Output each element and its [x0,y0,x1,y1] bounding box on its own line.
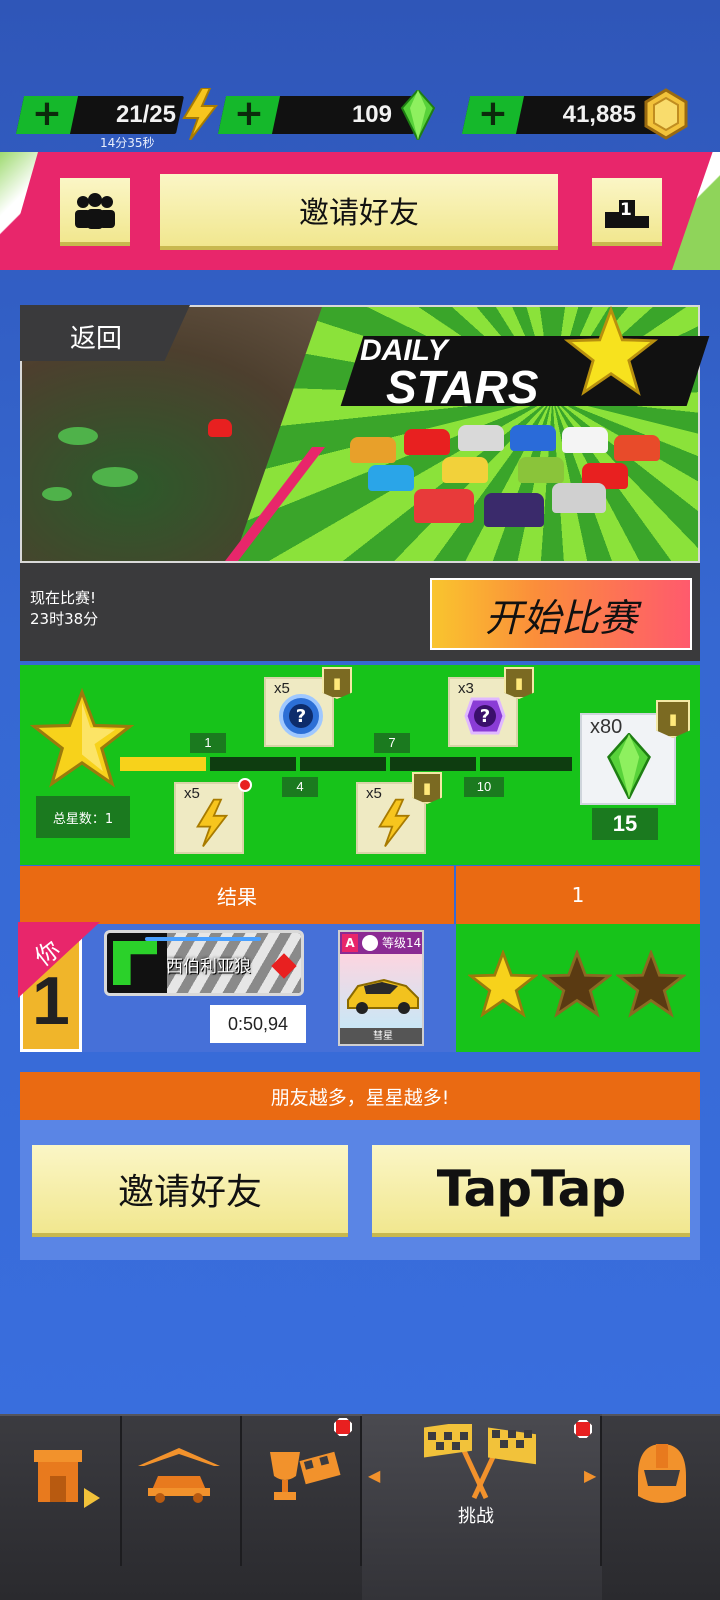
results-stars-header: 1 [456,866,700,924]
gem-icon [400,90,436,140]
car-name: 彗星 [340,1028,422,1044]
rank-number: 1 [620,200,632,220]
car-level: 等级14 [382,936,422,950]
lightning-icon [196,798,229,847]
gem-icon [607,733,651,799]
friends-banner: 朋友越多，星星越多! [20,1072,700,1120]
star-empty-icon [616,950,686,1018]
progress-fill [120,757,206,771]
event-time-left: 23时38分 [30,610,99,628]
coins-counter: + 41,885 [461,88,694,140]
coins-value: 41,885 [562,101,636,128]
friends-icon [75,193,115,229]
daily-star-icon [564,306,658,396]
profile-icon[interactable] [632,1440,692,1510]
trophy-icon[interactable] [260,1444,344,1510]
event-status: 现在比赛! 23时38分 [30,588,98,630]
star-empty-icon [542,950,612,1018]
notification-dot [238,778,252,792]
leaderboard-button[interactable]: 1 [592,178,662,246]
gems-counter: + 109 [217,90,436,140]
car-class-icon [362,935,378,951]
event-status-line1: 现在比赛! [30,589,97,607]
results-header: 结果 [20,866,454,924]
garage-icon[interactable] [134,1446,224,1506]
lock-icon: ▮ [656,700,690,738]
nav-prev-arrow[interactable]: ◀ [368,1466,380,1485]
plus-icon: + [31,93,63,134]
svg-text:?: ? [480,706,490,727]
event-title-line2: STARS [386,361,539,413]
energy-value: 21/25 [115,101,176,128]
gems-value: 109 [351,101,392,128]
reward-gems-qty: x80 [590,716,623,738]
plus-icon: + [233,93,265,134]
final-milestone: 15 [592,808,658,840]
invite-friends-button[interactable]: 邀请好友 [32,1145,348,1237]
car-grade: A [342,934,358,952]
energy-timer: 14分35秒 [100,136,155,150]
mystery-box-icon: ? [279,694,323,738]
mystery-box-icon: ? [464,697,506,735]
lock-icon: ▮ [504,667,534,699]
nav-next-arrow[interactable]: ▶ [584,1466,596,1485]
track-name: 西伯利亚狼 [166,957,251,977]
lightning-icon [378,798,411,847]
total-star-icon [30,688,134,788]
lock-icon: ▮ [412,772,442,804]
lightning-icon [182,88,219,140]
car-card[interactable]: A 等级14 彗星 [338,930,424,1046]
total-stars-label: 总星数：1 [36,796,130,838]
svg-text:?: ? [296,706,306,727]
reward-energy-1[interactable]: x5 [174,782,244,854]
milestone-1: 1 [190,733,226,753]
car-image [347,978,419,1014]
challenge-icon[interactable] [420,1424,540,1500]
invite-friends-top-button[interactable]: 邀请好友 [160,174,558,250]
lock-icon: ▮ [322,667,352,699]
back-label[interactable]: 返回 [70,318,122,355]
taptap-button[interactable]: TapTap [372,1145,690,1237]
friends-button[interactable] [60,178,130,246]
milestone-4: 4 [282,777,318,797]
nav-active-label: 挑战 [458,1506,494,1527]
milestone-7: 7 [374,733,410,753]
start-race-button[interactable]: 开始比赛 [430,578,692,650]
plus-icon: + [477,93,509,134]
coin-icon [644,88,688,140]
milestone-10: 10 [464,777,504,797]
shop-icon[interactable] [30,1442,104,1512]
race-time: 0:50,94 [210,1005,306,1043]
star-earned-icon [468,950,538,1018]
energy-counter: + 21/25 [15,88,219,140]
